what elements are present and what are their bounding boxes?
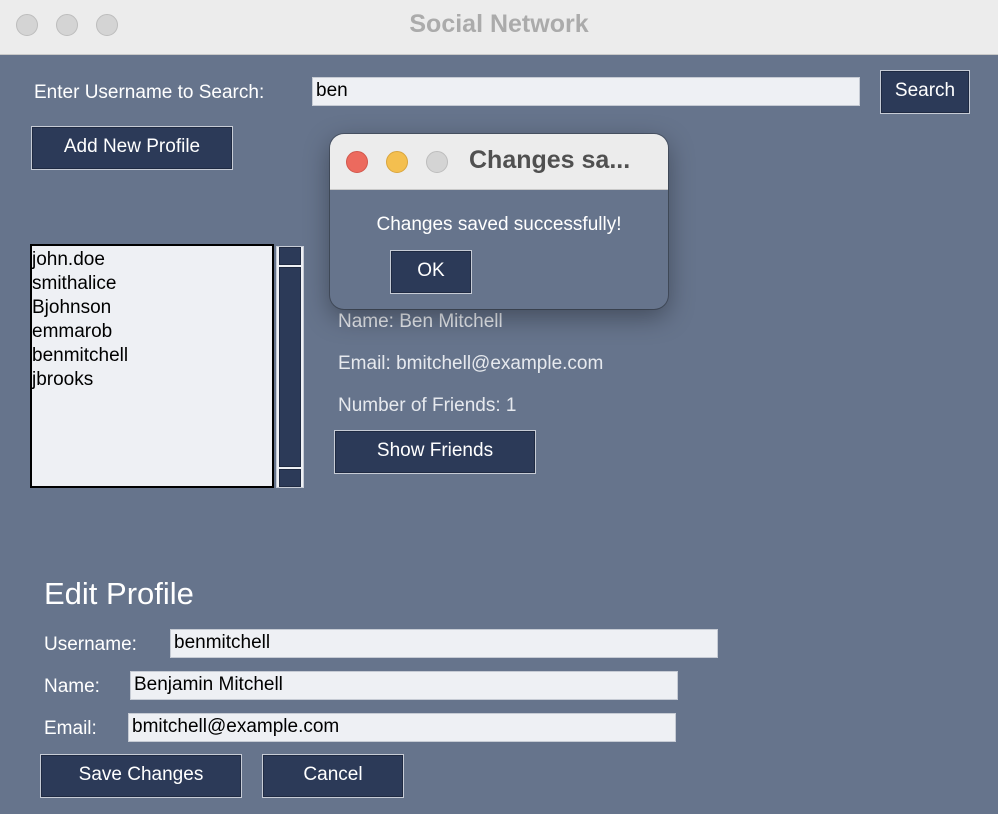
name-label: Name:	[44, 676, 100, 697]
search-label: Enter Username to Search:	[34, 82, 265, 103]
username-label: Username:	[44, 634, 137, 655]
dialog-message: Changes saved successfully!	[376, 214, 622, 235]
dialog-titlebar: Changes sa...	[330, 134, 668, 190]
changes-saved-dialog: Changes sa... Changes saved successfully…	[330, 134, 668, 309]
edit-profile-heading: Edit Profile	[44, 576, 194, 611]
list-item[interactable]: john.doe	[32, 248, 272, 272]
scrollbar-trough[interactable]	[279, 267, 301, 467]
profile-email-text: Email: bmitchell@example.com	[338, 353, 604, 374]
window-title: Social Network	[409, 10, 589, 38]
ok-button[interactable]: OK	[390, 250, 472, 294]
scroll-up-arrow-icon[interactable]	[279, 247, 301, 265]
list-item[interactable]: benmitchell	[32, 344, 272, 368]
show-friends-button[interactable]: Show Friends	[334, 430, 536, 474]
list-item[interactable]: emmarob	[32, 320, 272, 344]
dialog-zoom-icon	[426, 151, 448, 173]
window-titlebar: Social Network	[0, 0, 998, 55]
scroll-down-arrow-icon[interactable]	[279, 469, 301, 487]
cancel-button[interactable]: Cancel	[262, 754, 404, 798]
list-item[interactable]: smithalice	[32, 272, 272, 296]
list-item[interactable]: jbrooks	[32, 368, 272, 392]
add-new-profile-button[interactable]: Add New Profile	[31, 126, 233, 170]
search-button[interactable]: Search	[880, 70, 970, 114]
dialog-minimize-icon[interactable]	[386, 151, 408, 173]
profile-listbox[interactable]: john.doe smithalice Bjohnson emmarob ben…	[30, 244, 274, 488]
profile-friends-count: Number of Friends: 1	[338, 395, 517, 416]
main-window: Social Network Enter Username to Search:…	[0, 0, 998, 814]
profile-list-scrollbar[interactable]	[276, 246, 304, 488]
list-item[interactable]: Bjohnson	[32, 296, 272, 320]
dialog-close-icon[interactable]	[346, 151, 368, 173]
save-changes-button[interactable]: Save Changes	[40, 754, 242, 798]
search-input[interactable]: ben	[312, 77, 860, 106]
email-field[interactable]: bmitchell@example.com	[128, 713, 676, 742]
profile-name-text: Name: Ben Mitchell	[338, 311, 503, 332]
username-field[interactable]: benmitchell	[170, 629, 718, 658]
name-field[interactable]: Benjamin Mitchell	[130, 671, 678, 700]
dialog-title: Changes sa...	[469, 146, 631, 174]
email-label: Email:	[44, 718, 97, 739]
